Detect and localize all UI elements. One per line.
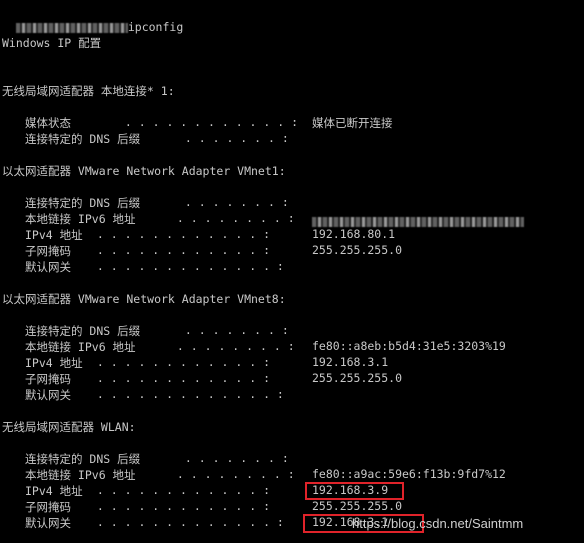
adapter-title: 以太网适配器 VMware Network Adapter VMnet8: — [2, 292, 286, 306]
row-dots: . . . . . . . . : — [170, 211, 295, 225]
row-dots: . . . . . . . . . . . . : — [90, 243, 271, 257]
blurred-ipv6-value — [312, 214, 524, 228]
ipconfig-header: Windows IP 配置 — [2, 36, 102, 50]
row-dots: . . . . . . . : — [178, 451, 289, 465]
row-dots: . . . . . . . . . . . . : — [118, 115, 299, 129]
row-dots: . . . . . . . : — [178, 195, 289, 209]
row-dots: . . . . . . . . : — [170, 339, 295, 353]
row-dots: . . . . . . . . . . . . . : — [90, 387, 284, 401]
row-dots: . . . . . . . . . . . . . : — [90, 259, 284, 273]
row-value: 192.168.80.1 — [312, 227, 396, 241]
row-label: 默认网关 — [25, 260, 71, 274]
blurred-path — [15, 22, 128, 33]
cmd-window: { "prompt": {"blurred_path": true, "comm… — [0, 0, 584, 543]
prompt-command: ipconfig — [127, 20, 184, 34]
watermark: https://blog.csdn.net/Saintmm — [352, 516, 524, 531]
row-label: IPv4 地址 — [25, 228, 83, 242]
row-dots: . . . . . . . . . . . . : — [90, 227, 271, 241]
row-value: fe80::a8eb:b5d4:31e5:3203%19 — [312, 339, 506, 353]
row-dots: . . . . . . . . . . . . : — [90, 499, 271, 513]
row-label: 本地链接 IPv6 地址 — [25, 468, 136, 482]
row-value: 媒体已断开连接 — [312, 116, 393, 130]
row-label: 媒体状态 — [25, 116, 71, 130]
row-label: 本地链接 IPv6 地址 — [25, 212, 136, 226]
adapter-title: 以太网适配器 VMware Network Adapter VMnet1: — [2, 164, 286, 178]
row-label: 连接特定的 DNS 后缀 — [25, 324, 141, 338]
row-dots: . . . . . . . : — [178, 323, 289, 337]
row-label: 默认网关 — [25, 516, 71, 530]
row-value: 255.255.255.0 — [312, 243, 403, 257]
row-label: 连接特定的 DNS 后缀 — [25, 452, 141, 466]
row-value: 255.255.255.0 — [312, 499, 403, 513]
row-dots: . . . . . . . . : — [170, 467, 295, 481]
row-label: 子网掩码 — [25, 372, 71, 386]
row-label: 连接特定的 DNS 后缀 — [25, 196, 141, 210]
row-value: 192.168.3.1 — [312, 355, 389, 369]
adapter-title: 无线局域网适配器 WLAN: — [2, 420, 136, 434]
row-dots: . . . . . . . . . . . . . : — [90, 515, 284, 529]
prompt-line: ipconfig — [2, 3, 183, 34]
row-label: IPv4 地址 — [25, 484, 83, 498]
row-label: 连接特定的 DNS 后缀 — [25, 132, 141, 146]
row-dots: . . . . . . . . . . . . : — [90, 483, 271, 497]
adapter-title: 无线局域网适配器 本地连接* 1: — [2, 84, 175, 98]
row-dots: . . . . . . . . . . . . : — [90, 371, 271, 385]
row-dots: . . . . . . . : — [178, 131, 289, 145]
row-label: IPv4 地址 — [25, 356, 83, 370]
row-label: 子网掩码 — [25, 500, 71, 514]
row-value: 255.255.255.0 — [312, 371, 403, 385]
row-label: 本地链接 IPv6 地址 — [25, 340, 136, 354]
row-dots: . . . . . . . . . . . . : — [90, 355, 271, 369]
row-label: 子网掩码 — [25, 244, 71, 258]
row-label: 默认网关 — [25, 388, 71, 402]
highlight-box — [305, 482, 404, 500]
row-value: fe80::a9ac:59e6:f13b:9fd7%12 — [312, 467, 506, 481]
